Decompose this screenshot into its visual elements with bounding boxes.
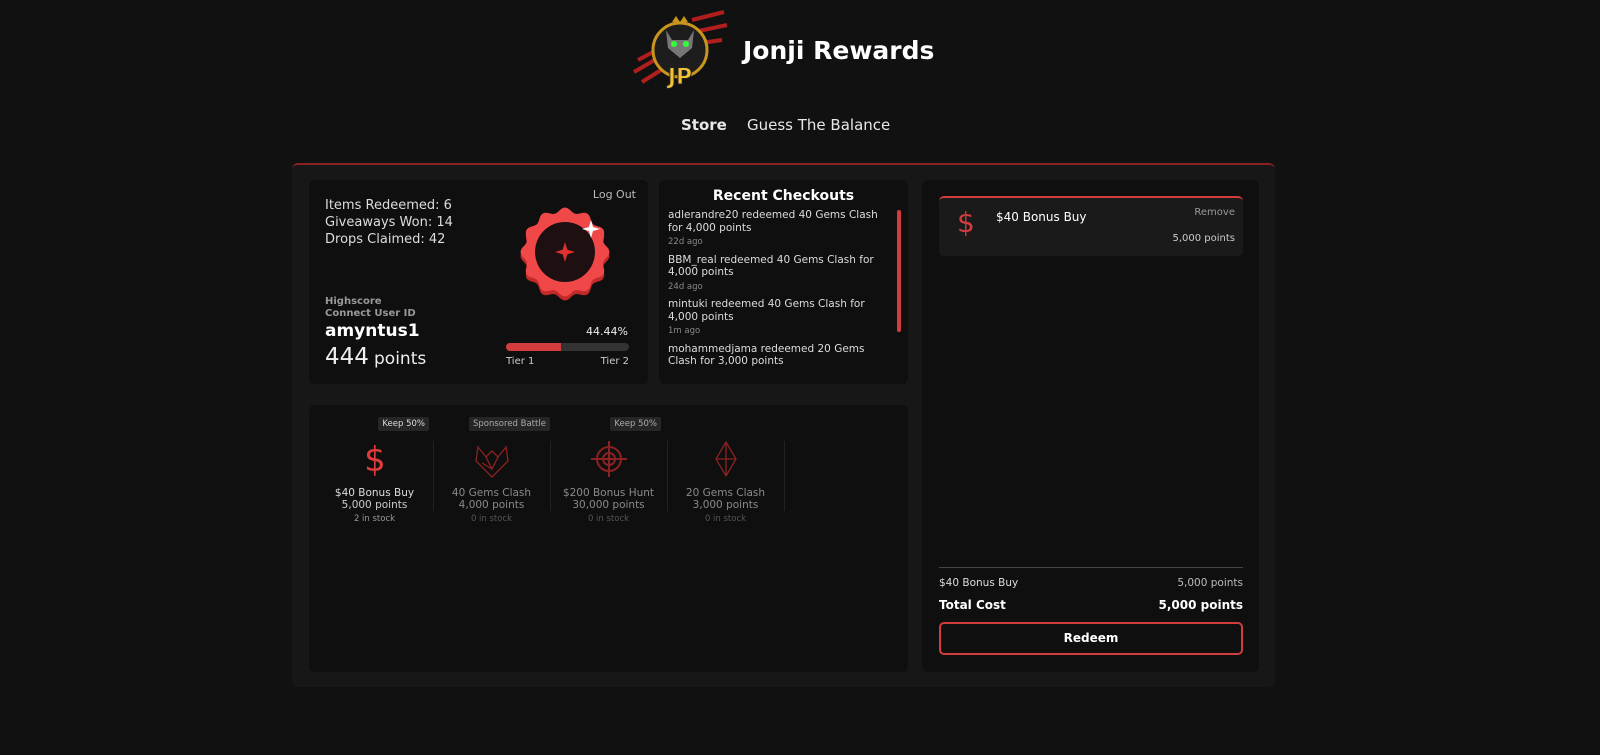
- product-stock: 0 in stock: [587, 514, 630, 524]
- product-badge: Keep 50%: [378, 417, 429, 431]
- product-points: 4,000 points: [458, 499, 525, 511]
- checkout-time: 1m ago: [668, 326, 701, 336]
- product-points: 30,000 points: [572, 499, 645, 511]
- product-name: 40 Gems Clash: [451, 487, 532, 499]
- items-redeemed: Items Redeemed: 6: [325, 198, 452, 213]
- scrollbar[interactable]: [897, 210, 901, 332]
- profile-card: Log Out Items Redeemed: 6 Giveaways Won:…: [309, 180, 648, 384]
- divider: [784, 441, 785, 511]
- checkout-item: mintuki redeemed 40 Gems Clash for 4,000…: [668, 298, 894, 338]
- summary-item-name: $40 Bonus Buy: [939, 577, 1019, 589]
- total-cost-value: 5,000 points: [1158, 598, 1243, 612]
- giveaways-won: Giveaways Won: 14: [325, 215, 453, 230]
- logout-button[interactable]: Log Out: [593, 188, 636, 201]
- dollar-icon: $: [355, 439, 395, 480]
- tier-from: Tier 1: [506, 356, 535, 367]
- product-card[interactable]: 20 Gems Clash 3,000 points 0 in stock: [667, 405, 784, 524]
- checkout-time: 22d ago: [668, 237, 703, 247]
- product-name: $200 Bonus Hunt: [562, 487, 655, 499]
- checkout-item: adlerandre20 redeemed 40 Gems Clash for …: [668, 209, 894, 249]
- tier-progress-fill: [506, 343, 561, 351]
- connect-user-id-link[interactable]: Connect User ID: [325, 308, 416, 320]
- summary-item-points: 5,000 points: [1177, 577, 1243, 589]
- product-badge: Sponsored Battle: [469, 417, 550, 431]
- product-points: 5,000 points: [341, 499, 408, 511]
- product-card[interactable]: Keep 50% $200 Bonus Hunt 30,000 points 0…: [550, 405, 667, 524]
- gem-icon: [706, 439, 746, 479]
- cart-item-name: $40 Bonus Buy: [996, 210, 1087, 224]
- points-balance: 444 points: [325, 344, 426, 370]
- cart-item: $ $40 Bonus Buy Remove 5,000 points: [939, 196, 1243, 256]
- recent-checkouts-card: Recent Checkouts adlerandre20 redeemed 4…: [659, 180, 908, 384]
- checkout-text: adlerandre20 redeemed 40 Gems Clash for …: [668, 209, 878, 234]
- checkout-item: BBM_real redeemed 40 Gems Clash for 4,00…: [668, 254, 894, 294]
- tier-badge-icon: [519, 206, 611, 306]
- fox-icon: [472, 439, 512, 479]
- nav-guess-the-balance[interactable]: Guess The Balance: [747, 116, 890, 134]
- drops-claimed: Drops Claimed: 42: [325, 232, 446, 247]
- dollar-icon: $: [957, 206, 975, 239]
- product-points: 3,000 points: [692, 499, 759, 511]
- username: amyntus1: [325, 321, 420, 341]
- logo: JP: [632, 10, 728, 91]
- app-title: Jonji Rewards: [743, 36, 935, 65]
- main-panel: Log Out Items Redeemed: 6 Giveaways Won:…: [292, 163, 1275, 687]
- highscore-link[interactable]: Highscore: [325, 296, 416, 308]
- recent-checkouts-title: Recent Checkouts: [712, 188, 855, 204]
- store-card: Keep 50% $ $40 Bonus Buy 5,000 points 2 …: [309, 405, 908, 672]
- product-card[interactable]: Keep 50% $ $40 Bonus Buy 5,000 points 2 …: [316, 405, 433, 524]
- redeem-button[interactable]: Redeem: [939, 622, 1243, 655]
- points-unit: points: [374, 349, 427, 369]
- checkout-item: mohammedjama redeemed 20 Gems Clash for …: [668, 343, 894, 368]
- product-stock: 0 in stock: [704, 514, 747, 524]
- checkout-time: 24d ago: [668, 281, 703, 292]
- checkout-text: mintuki redeemed 40 Gems Clash for 4,000…: [668, 298, 865, 323]
- target-icon: [589, 439, 629, 479]
- checkout-list: adlerandre20 redeemed 40 Gems Clash for …: [659, 204, 908, 368]
- checkout-text: BBM_real redeemed 40 Gems Clash for 4,00…: [668, 253, 874, 279]
- product-badge: Keep 50%: [610, 417, 661, 431]
- product-stock: 0 in stock: [470, 514, 513, 524]
- product-name: $40 Bonus Buy: [334, 487, 415, 499]
- product-card[interactable]: Sponsored Battle 40 Gems Clash 4,000 poi…: [433, 405, 550, 524]
- remove-button[interactable]: Remove: [1194, 207, 1235, 218]
- svg-text:$: $: [364, 440, 386, 479]
- nav-store[interactable]: Store: [681, 116, 727, 134]
- tier-progress-bar: [506, 343, 629, 351]
- progress-percent: 44.44%: [586, 325, 628, 338]
- divider: [939, 567, 1243, 568]
- cart-panel: $ $40 Bonus Buy Remove 5,000 points $40 …: [922, 180, 1259, 672]
- tier-to: Tier 2: [600, 356, 629, 367]
- cart-item-points: 5,000 points: [1172, 233, 1235, 244]
- points-value: 444: [325, 344, 369, 370]
- product-name: 20 Gems Clash: [685, 487, 766, 499]
- svg-text:JP: JP: [666, 65, 692, 90]
- product-stock: 2 in stock: [353, 514, 396, 524]
- checkout-text: mohammedjama redeemed 20 Gems Clash for …: [668, 342, 865, 368]
- total-cost-label: Total Cost: [939, 598, 1006, 612]
